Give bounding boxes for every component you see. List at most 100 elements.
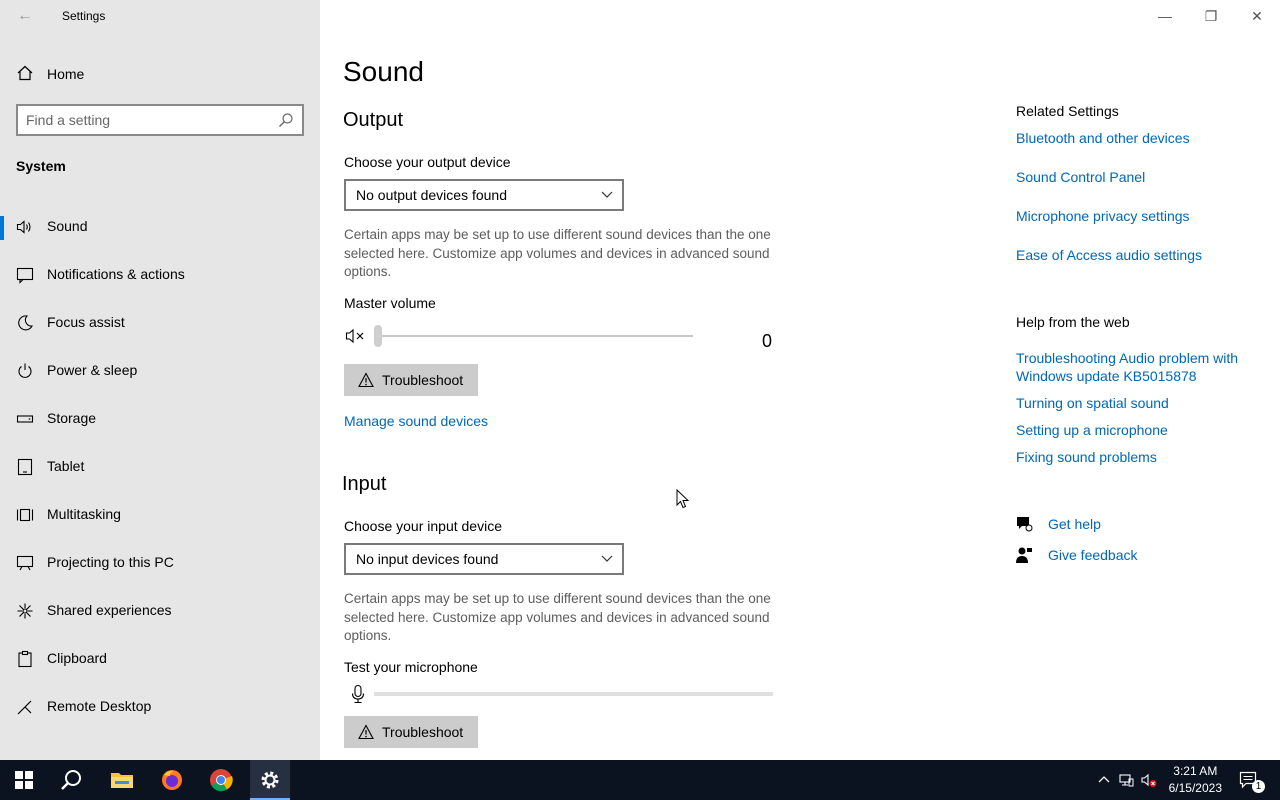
output-heading: Output <box>343 109 404 131</box>
related-link-microphone-privacy[interactable]: Microphone privacy settings <box>1016 207 1190 225</box>
power-icon <box>18 363 32 378</box>
search-icon[interactable] <box>278 112 294 128</box>
speaker-icon <box>16 220 31 234</box>
feedback-icon <box>1016 547 1032 563</box>
search-input[interactable] <box>26 110 276 130</box>
sidebar-item-tablet[interactable]: Tablet <box>0 444 320 492</box>
sidebar-item-label: Shared experiences <box>47 602 172 618</box>
related-link-sound-control-panel[interactable]: Sound Control Panel <box>1016 168 1145 186</box>
volume-value: 0 <box>762 331 773 351</box>
action-center-button[interactable]: 1 <box>1232 760 1272 800</box>
chrome-icon <box>210 769 233 792</box>
title-bar: ← Settings <box>0 0 320 32</box>
give-feedback-link[interactable]: Give feedback <box>1048 546 1138 564</box>
sidebar-item-shared-experiences[interactable]: Shared experiences <box>0 588 320 636</box>
test-microphone-label: Test your microphone <box>344 659 478 675</box>
tablet-icon <box>17 458 33 476</box>
clock-date: 6/15/2023 <box>1168 781 1222 795</box>
help-link-setting-up-microphone[interactable]: Setting up a microphone <box>1016 421 1168 439</box>
minimize-button[interactable]: — <box>1142 0 1188 32</box>
chrome-button[interactable] <box>197 760 245 800</box>
search-box[interactable] <box>16 104 304 136</box>
taskbar-clock[interactable]: 3:21 AM 6/15/2023 <box>1169 763 1222 797</box>
sidebar-item-notifications[interactable]: Notifications & actions <box>0 252 320 300</box>
volume-slider-track[interactable] <box>378 335 693 337</box>
output-device-label: Choose your output device <box>344 154 511 170</box>
sidebar-item-label: Storage <box>47 410 97 426</box>
section-heading-system: System <box>16 158 66 174</box>
sidebar-item-label: Tablet <box>47 458 85 474</box>
clipboard-icon <box>18 650 32 668</box>
settings-taskbar-button[interactable] <box>250 760 290 800</box>
sidebar-item-label: Sound <box>47 218 88 234</box>
storage-icon <box>16 415 34 423</box>
notification-count-badge: 1 <box>1252 780 1265 793</box>
manage-sound-devices-link[interactable]: Manage sound devices <box>344 413 488 429</box>
network-icon[interactable] <box>1118 772 1134 788</box>
projector-icon <box>16 555 34 571</box>
file-explorer-button[interactable] <box>98 760 146 800</box>
input-heading: Input <box>342 473 387 495</box>
maximize-button[interactable]: ❐ <box>1188 0 1234 32</box>
sidebar-item-label: Power & sleep <box>47 362 138 378</box>
input-device-dropdown[interactable]: No input devices found <box>344 543 624 575</box>
gear-icon <box>261 771 279 789</box>
page-title: Sound <box>343 56 424 87</box>
firefox-button[interactable] <box>148 760 196 800</box>
multitasking-icon <box>16 508 34 522</box>
sidebar-item-label: Projecting to this PC <box>47 554 174 570</box>
remote-icon <box>17 700 32 715</box>
warning-icon <box>358 372 374 388</box>
chevron-down-icon <box>601 555 613 562</box>
microphone-icon <box>351 684 365 704</box>
sidebar-item-power-sleep[interactable]: Power & sleep <box>0 348 320 396</box>
taskbar: 3:21 AM 6/15/2023 1 <box>0 760 1280 800</box>
sidebar-item-storage[interactable]: Storage <box>0 396 320 444</box>
sidebar-item-label: Notifications & actions <box>47 266 185 282</box>
related-link-bluetooth[interactable]: Bluetooth and other devices <box>1016 129 1190 147</box>
help-from-web-heading: Help from the web <box>1016 314 1130 330</box>
sidebar-item-label: Multitasking <box>47 506 121 522</box>
search-icon <box>61 770 81 790</box>
sidebar-item-multitasking[interactable]: Multitasking <box>0 492 320 540</box>
speaker-muted-icon[interactable] <box>345 327 367 345</box>
start-button[interactable] <box>0 760 48 800</box>
input-troubleshoot-button[interactable]: Troubleshoot <box>344 716 478 748</box>
app-title: Settings <box>62 9 106 23</box>
get-help-link[interactable]: Get help <box>1048 515 1101 533</box>
sidebar-item-label: Clipboard <box>47 650 107 666</box>
sidebar-item-remote-desktop[interactable]: Remote Desktop <box>0 684 320 732</box>
output-device-dropdown[interactable]: No output devices found <box>344 179 624 211</box>
folder-icon <box>111 773 133 788</box>
share-icon <box>17 603 33 619</box>
input-device-value: No input devices found <box>356 551 499 567</box>
output-description: Certain apps may be set up to use differ… <box>344 227 771 279</box>
master-volume-label: Master volume <box>344 295 436 311</box>
chevron-down-icon <box>601 191 613 198</box>
help-link-spatial-sound[interactable]: Turning on spatial sound <box>1016 394 1169 412</box>
help-link-audio-problem[interactable]: Troubleshooting Audio problem with Windo… <box>1016 349 1256 385</box>
troubleshoot-label: Troubleshoot <box>382 372 464 388</box>
home-icon <box>17 65 33 81</box>
chevron-up-icon[interactable] <box>1096 772 1112 788</box>
related-link-ease-of-access-audio[interactable]: Ease of Access audio settings <box>1016 246 1202 264</box>
output-troubleshoot-button[interactable]: Troubleshoot <box>344 364 478 396</box>
back-button[interactable]: ← <box>14 6 36 26</box>
sidebar-item-clipboard[interactable]: Clipboard <box>0 636 320 684</box>
taskbar-search-button[interactable] <box>48 760 96 800</box>
notification-icon <box>16 267 34 284</box>
warning-icon <box>358 724 374 740</box>
home-label: Home <box>47 66 85 82</box>
help-link-fixing-sound[interactable]: Fixing sound problems <box>1016 448 1157 466</box>
sidebar-item-sound[interactable]: Sound <box>0 204 320 252</box>
volume-slider-thumb[interactable] <box>374 325 382 347</box>
sidebar-item-focus-assist[interactable]: Focus assist <box>0 300 320 348</box>
input-device-label: Choose your input device <box>344 518 502 534</box>
home-nav-item[interactable]: Home <box>0 60 320 88</box>
output-device-value: No output devices found <box>356 187 507 203</box>
volume-muted-icon[interactable] <box>1141 772 1157 788</box>
close-button[interactable]: ✕ <box>1234 0 1280 32</box>
firefox-icon <box>162 770 182 790</box>
get-help-icon <box>1017 517 1033 532</box>
sidebar-item-projecting[interactable]: Projecting to this PC <box>0 540 320 588</box>
